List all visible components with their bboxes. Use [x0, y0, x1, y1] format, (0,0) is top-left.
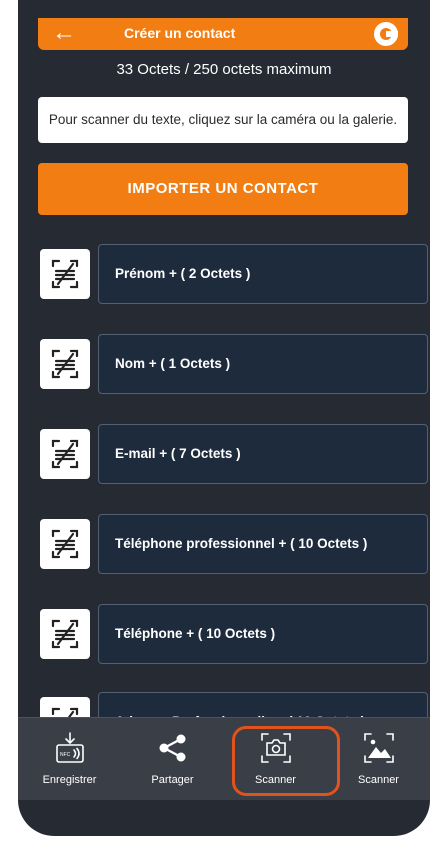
field-label: Adresse Professionnelle + ( 10 Octets ) [98, 692, 428, 717]
text-scan-icon[interactable] [40, 609, 90, 659]
field-row-phone[interactable]: Téléphone + ( 10 Octets ) [38, 604, 430, 664]
text-scan-icon[interactable] [40, 339, 90, 389]
bottom-nav: NFC Enregistrer Partager Scanner Scanner [18, 717, 430, 800]
nav-scanner-gallery-button[interactable]: Scanner [327, 718, 430, 800]
scanner-highlight-outline [232, 726, 340, 796]
text-scan-icon[interactable] [40, 249, 90, 299]
field-row-prenom[interactable]: Prénom + ( 2 Octets ) [38, 244, 430, 304]
scan-hint: Pour scanner du texte, cliquez sur la ca… [38, 97, 408, 143]
nav-save-button[interactable]: NFC Enregistrer [18, 718, 121, 800]
field-label: Nom + ( 1 Octets ) [98, 334, 428, 394]
field-row-email[interactable]: E-mail + ( 7 Octets ) [38, 424, 430, 484]
gallery-scan-icon [364, 733, 394, 763]
import-contact-button[interactable]: IMPORTER UN CONTACT [38, 163, 408, 215]
text-scan-icon[interactable] [40, 697, 90, 717]
toggle-icon[interactable] [373, 21, 399, 47]
field-row-nom[interactable]: Nom + ( 1 Octets ) [38, 334, 430, 394]
nav-label: Enregistrer [42, 774, 97, 786]
app-bar: ← Créer un contact [38, 18, 408, 50]
nav-share-button[interactable]: Partager [121, 718, 224, 800]
share-icon [159, 734, 186, 762]
field-label: E-mail + ( 7 Octets ) [98, 424, 428, 484]
phone-screen: ← Créer un contact 33 Octets / 250 octet… [18, 0, 430, 836]
nfc-save-icon: NFC [56, 732, 84, 763]
field-label: Prénom + ( 2 Octets ) [98, 244, 428, 304]
field-row-phone-pro[interactable]: Téléphone professionnel + ( 10 Octets ) [38, 514, 430, 574]
octets-counter: 33 Octets / 250 octets maximum [116, 61, 332, 78]
field-label: Téléphone professionnel + ( 10 Octets ) [98, 514, 428, 574]
nav-label: Partager [151, 774, 194, 786]
svg-text:NFC: NFC [60, 752, 71, 758]
field-label: Téléphone + ( 10 Octets ) [98, 604, 428, 664]
contact-fields-list[interactable]: Prénom + ( 2 Octets ) Nom + ( 1 Octets )… [38, 240, 430, 717]
page-title: Créer un contact [124, 25, 236, 41]
field-row-address-pro[interactable]: Adresse Professionnelle + ( 10 Octets ) [38, 692, 430, 717]
text-scan-icon[interactable] [40, 519, 90, 569]
text-scan-icon[interactable] [40, 429, 90, 479]
back-arrow-icon[interactable]: ← [52, 20, 76, 46]
nav-label: Scanner [358, 774, 399, 786]
